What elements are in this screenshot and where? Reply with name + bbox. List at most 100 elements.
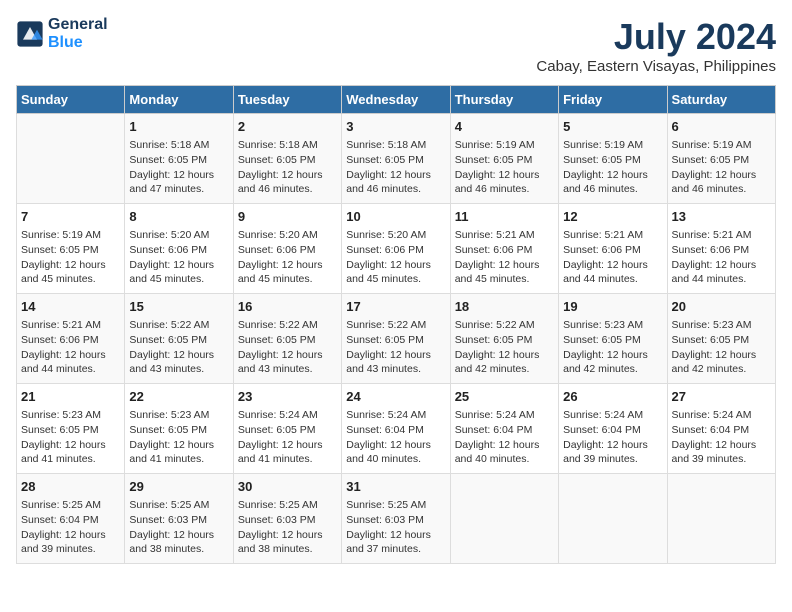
day-number: 27: [672, 388, 771, 406]
calendar-table: SundayMondayTuesdayWednesdayThursdayFrid…: [16, 85, 776, 564]
day-number: 17: [346, 298, 445, 316]
header-day-saturday: Saturday: [667, 86, 775, 114]
day-number: 22: [129, 388, 228, 406]
day-info: Sunrise: 5:20 AM Sunset: 6:06 PM Dayligh…: [346, 228, 445, 287]
calendar-cell: 22 Sunrise: 5:23 AM Sunset: 6:05 PM Dayli…: [125, 384, 233, 474]
day-info: Sunrise: 5:19 AM Sunset: 6:05 PM Dayligh…: [21, 228, 120, 287]
day-info: Sunrise: 5:22 AM Sunset: 6:05 PM Dayligh…: [455, 318, 554, 377]
day-info: Sunrise: 5:22 AM Sunset: 6:05 PM Dayligh…: [129, 318, 228, 377]
calendar-cell: 19 Sunrise: 5:23 AM Sunset: 6:05 PM Dayli…: [559, 294, 667, 384]
day-number: 24: [346, 388, 445, 406]
day-number: 4: [455, 118, 554, 136]
day-info: Sunrise: 5:19 AM Sunset: 6:05 PM Dayligh…: [672, 138, 771, 197]
day-number: 3: [346, 118, 445, 136]
day-info: Sunrise: 5:23 AM Sunset: 6:05 PM Dayligh…: [129, 408, 228, 467]
calendar-cell: 27 Sunrise: 5:24 AM Sunset: 6:04 PM Dayli…: [667, 384, 775, 474]
day-info: Sunrise: 5:23 AM Sunset: 6:05 PM Dayligh…: [672, 318, 771, 377]
calendar-cell: 26 Sunrise: 5:24 AM Sunset: 6:04 PM Dayli…: [559, 384, 667, 474]
day-info: Sunrise: 5:24 AM Sunset: 6:04 PM Dayligh…: [563, 408, 662, 467]
calendar-cell: 12 Sunrise: 5:21 AM Sunset: 6:06 PM Dayli…: [559, 204, 667, 294]
header-day-friday: Friday: [559, 86, 667, 114]
calendar-cell: [559, 474, 667, 564]
calendar-cell: [17, 114, 125, 204]
day-info: Sunrise: 5:18 AM Sunset: 6:05 PM Dayligh…: [238, 138, 337, 197]
calendar-cell: 25 Sunrise: 5:24 AM Sunset: 6:04 PM Dayli…: [450, 384, 558, 474]
day-number: 18: [455, 298, 554, 316]
day-number: 21: [21, 388, 120, 406]
day-info: Sunrise: 5:19 AM Sunset: 6:05 PM Dayligh…: [563, 138, 662, 197]
calendar-cell: [450, 474, 558, 564]
calendar-cell: 13Sunrise: 5:21 AM Sunset: 6:06 PM Dayli…: [667, 204, 775, 294]
day-info: Sunrise: 5:21 AM Sunset: 6:06 PM Dayligh…: [563, 228, 662, 287]
header-day-sunday: Sunday: [17, 86, 125, 114]
day-info: Sunrise: 5:25 AM Sunset: 6:04 PM Dayligh…: [21, 498, 120, 557]
day-info: Sunrise: 5:23 AM Sunset: 6:05 PM Dayligh…: [21, 408, 120, 467]
day-number: 7: [21, 208, 120, 226]
calendar-cell: 3 Sunrise: 5:18 AM Sunset: 6:05 PM Daylig…: [342, 114, 450, 204]
day-number: 15: [129, 298, 228, 316]
header-day-tuesday: Tuesday: [233, 86, 341, 114]
day-info: Sunrise: 5:24 AM Sunset: 6:04 PM Dayligh…: [672, 408, 771, 467]
day-number: 12: [563, 208, 662, 226]
calendar-cell: 9Sunrise: 5:20 AM Sunset: 6:06 PM Daylig…: [233, 204, 341, 294]
calendar-cell: 31Sunrise: 5:25 AM Sunset: 6:03 PM Dayli…: [342, 474, 450, 564]
page-header: General Blue July 2024 Cabay, Eastern Vi…: [16, 16, 776, 75]
calendar-cell: 6 Sunrise: 5:19 AM Sunset: 6:05 PM Daylig…: [667, 114, 775, 204]
page-title: July 2024: [536, 16, 776, 58]
logo: General Blue: [16, 16, 108, 52]
day-number: 31: [346, 478, 445, 496]
day-info: Sunrise: 5:23 AM Sunset: 6:05 PM Dayligh…: [563, 318, 662, 377]
day-number: 16: [238, 298, 337, 316]
calendar-cell: 28 Sunrise: 5:25 AM Sunset: 6:04 PM Dayli…: [17, 474, 125, 564]
calendar-cell: [667, 474, 775, 564]
calendar-cell: 7 Sunrise: 5:19 AM Sunset: 6:05 PM Daylig…: [17, 204, 125, 294]
calendar-cell: 30 Sunrise: 5:25 AM Sunset: 6:03 PM Dayli…: [233, 474, 341, 564]
calendar-cell: 23Sunrise: 5:24 AM Sunset: 6:05 PM Dayli…: [233, 384, 341, 474]
day-info: Sunrise: 5:21 AM Sunset: 6:06 PM Dayligh…: [21, 318, 120, 377]
calendar-header-row: SundayMondayTuesdayWednesdayThursdayFrid…: [17, 86, 776, 114]
day-number: 10: [346, 208, 445, 226]
day-number: 20: [672, 298, 771, 316]
calendar-cell: 14 Sunrise: 5:21 AM Sunset: 6:06 PM Dayli…: [17, 294, 125, 384]
calendar-cell: 16 Sunrise: 5:22 AM Sunset: 6:05 PM Dayli…: [233, 294, 341, 384]
header-day-wednesday: Wednesday: [342, 86, 450, 114]
calendar-week-row: 21 Sunrise: 5:23 AM Sunset: 6:05 PM Dayli…: [17, 384, 776, 474]
calendar-cell: 1Sunrise: 5:18 AM Sunset: 6:05 PM Daylig…: [125, 114, 233, 204]
header-day-monday: Monday: [125, 86, 233, 114]
calendar-week-row: 14 Sunrise: 5:21 AM Sunset: 6:06 PM Dayli…: [17, 294, 776, 384]
calendar-cell: 10 Sunrise: 5:20 AM Sunset: 6:06 PM Dayli…: [342, 204, 450, 294]
day-info: Sunrise: 5:18 AM Sunset: 6:05 PM Dayligh…: [346, 138, 445, 197]
day-number: 11: [455, 208, 554, 226]
calendar-cell: 17Sunrise: 5:22 AM Sunset: 6:05 PM Dayli…: [342, 294, 450, 384]
day-info: Sunrise: 5:20 AM Sunset: 6:06 PM Dayligh…: [238, 228, 337, 287]
day-number: 25: [455, 388, 554, 406]
calendar-cell: 20 Sunrise: 5:23 AM Sunset: 6:05 PM Dayli…: [667, 294, 775, 384]
day-number: 28: [21, 478, 120, 496]
calendar-cell: 4Sunrise: 5:19 AM Sunset: 6:05 PM Daylig…: [450, 114, 558, 204]
calendar-week-row: 28 Sunrise: 5:25 AM Sunset: 6:04 PM Dayli…: [17, 474, 776, 564]
calendar-week-row: 1Sunrise: 5:18 AM Sunset: 6:05 PM Daylig…: [17, 114, 776, 204]
calendar-cell: 2 Sunrise: 5:18 AM Sunset: 6:05 PM Daylig…: [233, 114, 341, 204]
calendar-week-row: 7 Sunrise: 5:19 AM Sunset: 6:05 PM Daylig…: [17, 204, 776, 294]
calendar-cell: 5 Sunrise: 5:19 AM Sunset: 6:05 PM Daylig…: [559, 114, 667, 204]
day-info: Sunrise: 5:25 AM Sunset: 6:03 PM Dayligh…: [238, 498, 337, 557]
calendar-cell: 24Sunrise: 5:24 AM Sunset: 6:04 PM Dayli…: [342, 384, 450, 474]
day-number: 30: [238, 478, 337, 496]
day-info: Sunrise: 5:21 AM Sunset: 6:06 PM Dayligh…: [672, 228, 771, 287]
day-number: 2: [238, 118, 337, 136]
day-number: 23: [238, 388, 337, 406]
calendar-cell: 21 Sunrise: 5:23 AM Sunset: 6:05 PM Dayli…: [17, 384, 125, 474]
title-block: July 2024 Cabay, Eastern Visayas, Philip…: [536, 16, 776, 75]
day-number: 14: [21, 298, 120, 316]
logo-name: General Blue: [48, 16, 108, 52]
day-number: 6: [672, 118, 771, 136]
day-info: Sunrise: 5:25 AM Sunset: 6:03 PM Dayligh…: [129, 498, 228, 557]
day-number: 19: [563, 298, 662, 316]
day-info: Sunrise: 5:24 AM Sunset: 6:04 PM Dayligh…: [455, 408, 554, 467]
header-day-thursday: Thursday: [450, 86, 558, 114]
page-subtitle: Cabay, Eastern Visayas, Philippines: [536, 58, 776, 75]
calendar-cell: 15 Sunrise: 5:22 AM Sunset: 6:05 PM Dayli…: [125, 294, 233, 384]
day-number: 26: [563, 388, 662, 406]
day-info: Sunrise: 5:22 AM Sunset: 6:05 PM Dayligh…: [238, 318, 337, 377]
day-number: 5: [563, 118, 662, 136]
